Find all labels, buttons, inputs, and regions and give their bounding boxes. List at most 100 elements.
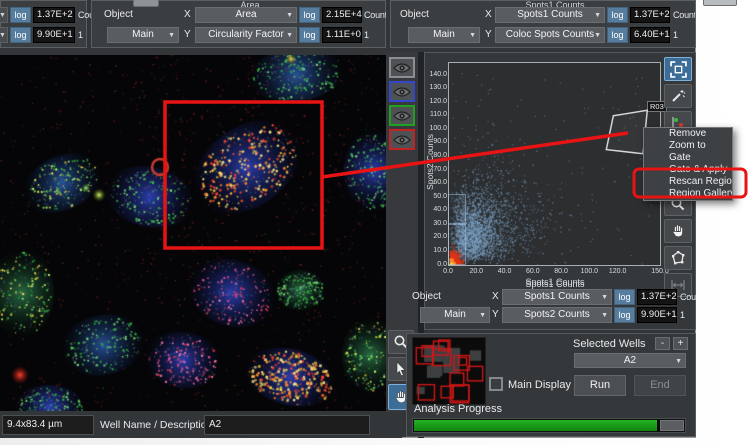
x-axis-label: X — [492, 291, 499, 302]
x-axis-label: X — [485, 9, 492, 20]
y-tick-label: 0.0 — [437, 260, 447, 268]
y-max-value[interactable]: 9.90E+1 — [637, 307, 677, 323]
panel-button-partial-icon[interactable] — [133, 0, 159, 7]
axis-min-value[interactable]: 9.90E+1 — [33, 27, 75, 43]
chevron-down-icon: ▼ — [168, 32, 175, 39]
log-scale-button[interactable]: log — [299, 7, 320, 23]
log-scale-button[interactable]: log — [614, 307, 635, 323]
chevron-down-icon[interactable]: ▼ — [0, 27, 8, 43]
application-window: ▼ log 1.37E+2 Counts ▼ log 9.90E+1 1 Are… — [0, 0, 696, 438]
menu-item-gate[interactable]: Gate — [644, 152, 732, 164]
run-button[interactable]: Run — [574, 375, 626, 396]
fit-view-button[interactable] — [664, 57, 692, 81]
x-unit-label: Counts — [680, 292, 696, 302]
channel-eye-button-red[interactable] — [389, 129, 415, 150]
object-dropdown[interactable]: Main ▼ — [408, 27, 480, 43]
y-parameter-dropdown[interactable]: Coloc Spots Counts ▼ — [495, 27, 605, 43]
channel-eye-button-overlay[interactable] — [389, 57, 415, 78]
x-tick-label: 120.0 — [608, 268, 627, 275]
chevron-down-icon: ▼ — [286, 32, 293, 39]
x-tick-label: 100.0 — [580, 268, 599, 275]
axis-max-value[interactable]: 1.37E+2 — [33, 7, 75, 23]
gate-rectangle[interactable] — [448, 194, 467, 225]
well-name-input[interactable]: A2 — [204, 415, 370, 435]
menu-item-rescan-region[interactable]: Rescan Region — [644, 176, 732, 188]
y-tick-label: 30.0 — [433, 219, 447, 227]
y-axis-title: Spots2 Counts — [425, 134, 435, 190]
object-value: Main — [444, 309, 466, 320]
menu-item-zoom-to[interactable]: Zoom to — [644, 140, 732, 152]
scale-readout: 9.4x83.4 µm — [2, 415, 94, 435]
progress-remainder — [660, 420, 684, 431]
main-display-label: Main Display — [508, 379, 571, 391]
object-value: Main — [433, 29, 455, 40]
x-tick-label: 20.0 — [469, 268, 484, 275]
microscopy-image[interactable] — [0, 55, 386, 411]
panel-top-left-partial: ▼ log 1.37E+2 Counts ▼ log 9.90E+1 1 — [0, 0, 106, 48]
y-axis-label: Y — [184, 29, 191, 40]
axis-panel-title: Spots1 Counts — [525, 277, 585, 287]
x-parameter-dropdown[interactable]: Spots1 Counts ▼ — [502, 289, 612, 305]
log-scale-button[interactable]: log — [10, 27, 31, 43]
chevron-down-icon: ▼ — [286, 12, 293, 19]
object-label: Object — [412, 291, 441, 302]
magic-wand-button[interactable] — [664, 84, 692, 108]
y-max-value[interactable]: 6.40E+1 — [630, 27, 670, 43]
x-max-value[interactable]: 1.37E+2 — [630, 7, 670, 23]
object-dropdown[interactable]: Main ▼ — [107, 27, 179, 43]
x-parameter-value: Area — [235, 9, 257, 20]
scatter-plot[interactable] — [449, 63, 660, 265]
screenshot-root: ▼ log 1.37E+2 Counts ▼ log 9.90E+1 1 Are… — [0, 0, 750, 445]
chevron-down-icon: ▼ — [469, 32, 476, 39]
selected-well-dropdown[interactable]: A2 ▼ — [574, 353, 686, 368]
main-display-checkbox[interactable] — [489, 377, 503, 391]
y-parameter-dropdown[interactable]: Spots2 Counts ▼ — [502, 307, 612, 323]
gate-rectangle[interactable] — [448, 224, 467, 265]
y-tick-label: 120.0 — [429, 97, 447, 105]
chevron-down-icon: ▼ — [479, 312, 486, 319]
x-parameter-dropdown[interactable]: Area ▼ — [195, 7, 297, 23]
log-scale-button[interactable]: log — [10, 7, 31, 23]
object-value: Main — [132, 29, 154, 40]
log-scale-button[interactable]: log — [607, 27, 628, 43]
window-artifact-partial-icon — [703, 0, 737, 6]
menu-item-region-gallery[interactable]: Region Gallery — [644, 188, 732, 200]
log-scale-button[interactable]: log — [614, 289, 635, 305]
x-unit-label: Counts — [673, 10, 695, 20]
pan-hand-button[interactable] — [664, 219, 692, 243]
well-name-label: Well Name / Description — [100, 419, 213, 431]
channel-eye-button-blue[interactable] — [389, 81, 415, 102]
polygon-gate-icon — [670, 250, 686, 266]
end-button[interactable]: End — [634, 375, 686, 396]
y-unit-label: 1 — [364, 30, 369, 40]
menu-item-remove[interactable]: Remove — [644, 128, 732, 140]
x-max-value[interactable]: 1.37E+2 — [637, 289, 677, 305]
y-parameter-value: Spots2 Counts — [524, 309, 590, 320]
object-label: Object — [400, 9, 429, 20]
chevron-down-icon: ▼ — [594, 12, 601, 19]
region-map-thumbnail[interactable] — [412, 337, 486, 405]
log-scale-button[interactable]: log — [299, 27, 320, 43]
x-parameter-dropdown[interactable]: Spots1 Counts ▼ — [495, 7, 605, 23]
menu-item-gate-apply[interactable]: Gate & Apply — [644, 164, 732, 176]
chevron-down-icon[interactable]: ▼ — [0, 7, 8, 23]
fit-view-icon — [669, 60, 687, 78]
y-max-value[interactable]: 1.11E+0 — [322, 27, 362, 43]
eye-icon — [393, 62, 411, 73]
object-dropdown[interactable]: Main ▼ — [420, 307, 490, 323]
y-parameter-dropdown[interactable]: Circularity Factor ▼ — [195, 27, 297, 43]
chevron-down-icon: ▼ — [594, 32, 601, 39]
well-add-button[interactable]: + — [673, 337, 688, 350]
image-status-bar: 9.4x83.4 µm Well Name / Description A2 — [0, 412, 402, 438]
well-remove-button[interactable]: - — [655, 337, 670, 350]
analysis-progress-label: Analysis Progress — [414, 403, 503, 415]
y-tick-label: 20.0 — [433, 233, 447, 241]
analysis-progress-bar — [412, 418, 686, 433]
polygon-gate-button[interactable] — [664, 246, 692, 270]
y-axis-label: Y — [485, 29, 492, 40]
x-max-value[interactable]: 2.15E+4 — [322, 7, 362, 23]
channel-eye-button-green[interactable] — [389, 105, 415, 126]
object-label: Object — [104, 9, 133, 20]
axis-unit-label: 1 — [78, 30, 83, 40]
log-scale-button[interactable]: log — [607, 7, 628, 23]
